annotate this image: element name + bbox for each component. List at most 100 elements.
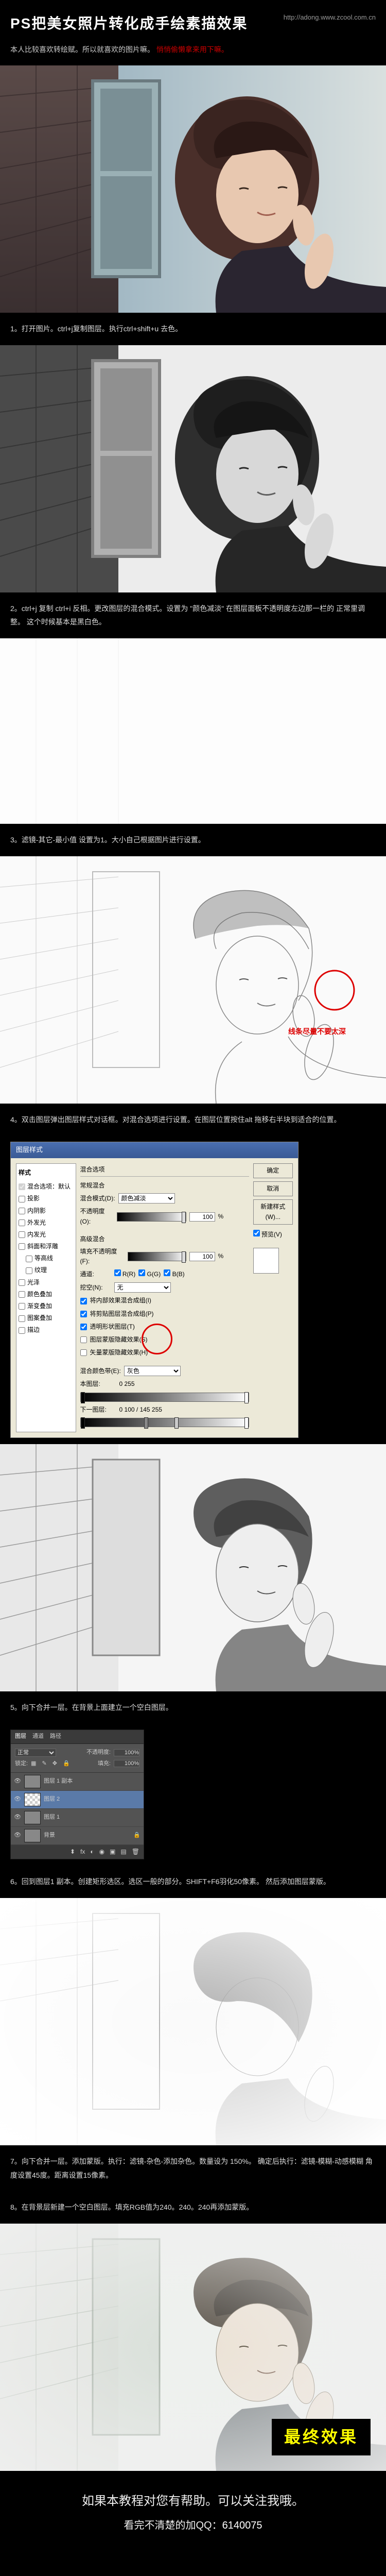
- image-sketch-light: 线条尽量不要太深: [0, 856, 386, 1104]
- adjust-icon[interactable]: ◉: [99, 1847, 104, 1857]
- layer-name: 图层 1: [44, 1813, 141, 1822]
- style-item[interactable]: 光泽: [19, 1277, 74, 1289]
- image-original: [0, 65, 386, 313]
- tab-paths[interactable]: 路径: [50, 1732, 61, 1741]
- step-1-text: 1。打开图片。ctrl+j复制图层。执行ctrl+shift+u 去色。: [10, 325, 182, 333]
- step-6-text: 6。回到图层1 副本。创建矩形选区。选区一般的部分。SHIFT+F6羽化50像素…: [10, 1877, 330, 1886]
- style-item[interactable]: 渐变叠加: [19, 1300, 74, 1312]
- channel-g[interactable]: G(G): [138, 1269, 161, 1279]
- tab-channels[interactable]: 通道: [32, 1732, 44, 1741]
- style-item[interactable]: 图案叠加: [19, 1312, 74, 1324]
- style-item[interactable]: 描边: [19, 1324, 74, 1336]
- blend-mode-select[interactable]: 颜色减淡: [118, 1193, 175, 1204]
- opacity-input[interactable]: [189, 1212, 215, 1222]
- layer-opacity-input[interactable]: [114, 1749, 139, 1756]
- image-sketch-dark: [0, 1444, 386, 1691]
- fill-opacity-slider[interactable]: [128, 1252, 186, 1261]
- opacity-slider[interactable]: [117, 1212, 186, 1222]
- step-8: 8。在背景层新建一个空白图层。填充RGB值为240。240。240再添加蒙版。: [0, 2191, 386, 2224]
- trash-icon[interactable]: 🗑: [132, 1847, 139, 1857]
- layers-panel-wrap: 图层 通道 路径 正常 不透明度: 锁定: ▦ ✎ ✥ 🔒 填充: 👁 图层 1…: [0, 1723, 386, 1866]
- footer-line-1: 如果本教程对您有帮助。可以关注我哦。: [10, 2492, 376, 2511]
- layer-fill-input[interactable]: [114, 1760, 139, 1767]
- image-desaturated: [0, 345, 386, 592]
- layer-blend-mode[interactable]: 正常: [15, 1749, 56, 1757]
- adv-opt-1[interactable]: 将内部效果混合成组(I): [80, 1294, 249, 1307]
- blend-mode-label: 混合模式(D):: [80, 1194, 115, 1204]
- adv-opt-4[interactable]: 图层蒙版隐藏效果(S): [80, 1333, 249, 1346]
- link-icon[interactable]: ⬍: [70, 1847, 75, 1857]
- channel-r[interactable]: R(R): [114, 1269, 136, 1279]
- fx-icon[interactable]: fx: [80, 1847, 85, 1857]
- style-item[interactable]: 纹理: [19, 1264, 74, 1276]
- layer-row[interactable]: 👁 背景 🔒: [11, 1827, 144, 1845]
- style-item[interactable]: 投影: [19, 1193, 74, 1205]
- image-sketch-vignette: [0, 1898, 386, 2145]
- step-2-text: 2。ctrl+j 复制 ctrl+i 反相。更改图层的混合模式。设置为 "颜色减…: [10, 604, 365, 626]
- fill-opacity-label: 填充不透明度(F):: [80, 1247, 125, 1266]
- layer-lock-label: 锁定:: [15, 1759, 28, 1769]
- step-6: 6。回到图层1 副本。创建矩形选区。选区一般的部分。SHIFT+F6羽化50像素…: [0, 1866, 386, 1898]
- new-layer-icon[interactable]: ▤: [120, 1847, 126, 1857]
- final-result-label: 最终效果: [272, 2419, 371, 2455]
- visibility-icon[interactable]: 👁: [14, 1796, 21, 1803]
- tab-layers[interactable]: 图层: [15, 1732, 26, 1741]
- this-layer-vals: 0 255: [114, 1379, 249, 1389]
- style-item[interactable]: 外发光: [19, 1217, 74, 1229]
- style-item[interactable]: 等高线: [19, 1252, 74, 1264]
- visibility-icon[interactable]: 👁: [14, 1814, 21, 1821]
- style-item[interactable]: 内阴影: [19, 1205, 74, 1217]
- layer-thumb: [24, 1829, 41, 1842]
- visibility-icon[interactable]: 👁: [14, 1778, 21, 1785]
- footer-line-2: 看完不清楚的加QQ：6140075: [10, 2517, 376, 2534]
- step-8-text: 8。在背景层新建一个空白图层。填充RGB值为240。240。240再添加蒙版。: [10, 2203, 253, 2211]
- layer-style-dialog: 图层样式 样式 混合选项：默认 投影 内阴影 外发光 内发光 斜面和浮雕 等高线…: [10, 1142, 299, 1438]
- dialog-buttons: 确定 取消 新建样式(W)... 预览(V): [253, 1163, 293, 1432]
- knockout-select[interactable]: 无: [114, 1282, 171, 1293]
- layer-name: 背景: [44, 1831, 130, 1840]
- style-item[interactable]: 混合选项：默认: [19, 1181, 74, 1193]
- footer-qq-label: 看完不清楚的加QQ：: [124, 2520, 222, 2531]
- dialog-title: 图层样式: [11, 1142, 298, 1158]
- under-layer-label: 下一图层:: [80, 1405, 111, 1415]
- mask-icon[interactable]: ◐: [90, 1847, 94, 1857]
- preview-swatch: [253, 1248, 279, 1274]
- lock-icon: 🔒: [133, 1831, 141, 1840]
- layer-name: 图层 1 副本: [44, 1777, 141, 1786]
- source-url: http://adong.www.zcool.com.cn: [284, 12, 376, 23]
- folder-icon[interactable]: ▣: [110, 1847, 115, 1857]
- step-3: 3。滤镜-其它-最小值 设置为1。大小自己根据图片进行设置。: [0, 824, 386, 856]
- adv-opt-3[interactable]: 透明形状图层(T): [80, 1320, 249, 1333]
- lock-icons[interactable]: ▦ ✎ ✥ 🔒: [31, 1759, 72, 1769]
- step-5-text: 5。向下合并一层。在背景上面建立一个空白图层。: [10, 1703, 173, 1711]
- this-layer-label: 本图层:: [80, 1379, 111, 1389]
- layers-panel: 图层 通道 路径 正常 不透明度: 锁定: ▦ ✎ ✥ 🔒 填充: 👁 图层 1…: [10, 1730, 144, 1859]
- new-style-button[interactable]: 新建样式(W)...: [253, 1199, 293, 1224]
- fill-opacity-input[interactable]: [189, 1252, 215, 1261]
- knockout-label: 挖空(N):: [80, 1283, 111, 1293]
- style-item[interactable]: 内发光: [19, 1229, 74, 1241]
- general-blend-label: 常规混合: [80, 1180, 249, 1192]
- blend-if-select[interactable]: 灰色: [124, 1366, 181, 1376]
- footer-qq-number: 6140075: [222, 2520, 262, 2531]
- style-item[interactable]: 斜面和浮雕: [19, 1241, 74, 1252]
- step-2: 2。ctrl+j 复制 ctrl+i 反相。更改图层的混合模式。设置为 "颜色减…: [0, 592, 386, 638]
- under-layer-slider[interactable]: [80, 1418, 249, 1427]
- dialog-options: 混合选项 常规混合 混合模式(D):颜色减淡 不透明度(O):% 高级混合 填充…: [80, 1163, 249, 1432]
- step-7-text: 7。向下合并一层。添加蒙版。执行：滤镜-杂色-添加杂色。数量设为 150%。 确…: [10, 2157, 373, 2179]
- layer-thumb: [24, 1775, 41, 1788]
- layer-row[interactable]: 👁 图层 2: [11, 1791, 144, 1809]
- layer-row[interactable]: 👁 图层 1 副本: [11, 1773, 144, 1791]
- visibility-icon[interactable]: 👁: [14, 1832, 21, 1839]
- blend-options-title: 混合选项: [80, 1163, 249, 1177]
- ok-button[interactable]: 确定: [253, 1163, 293, 1178]
- adv-opt-5[interactable]: 矢量蒙版隐藏效果(H): [80, 1346, 249, 1359]
- preview-checkbox[interactable]: 预览(V): [253, 1228, 293, 1242]
- adv-opt-2[interactable]: 将剪贴图层混合成组(P): [80, 1308, 249, 1320]
- this-layer-slider[interactable]: [80, 1393, 249, 1402]
- style-item[interactable]: 颜色叠加: [19, 1289, 74, 1300]
- channel-b[interactable]: B(B): [164, 1269, 184, 1279]
- layer-row[interactable]: 👁 图层 1: [11, 1809, 144, 1827]
- cancel-button[interactable]: 取消: [253, 1181, 293, 1196]
- page-title: PS把美女照片转化成手绘素描效果: [10, 12, 248, 36]
